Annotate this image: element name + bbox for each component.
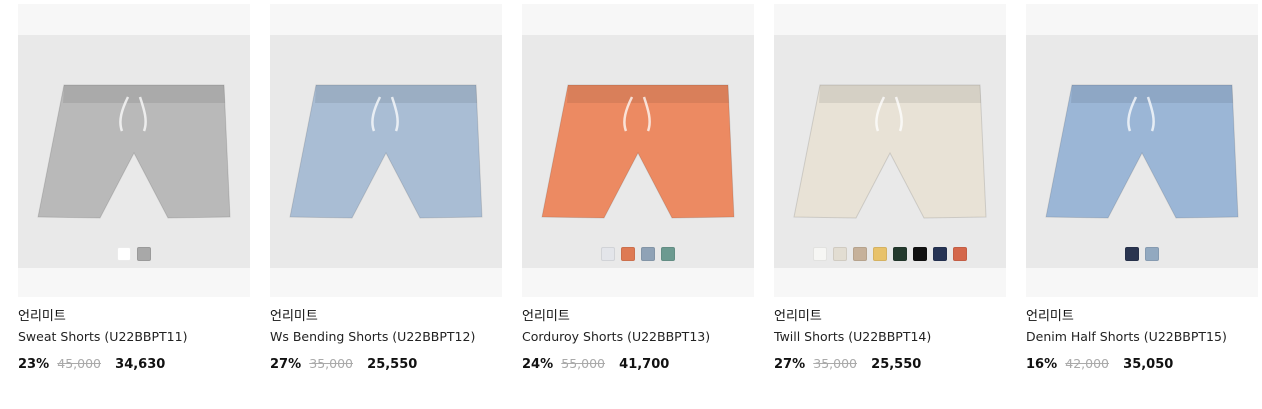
original-price: 45,000: [57, 356, 102, 371]
shorts-waistband: [567, 85, 729, 103]
color-swatch[interactable]: [641, 247, 655, 261]
color-swatch[interactable]: [813, 247, 827, 261]
color-swatches: [522, 247, 754, 261]
product-photo[interactable]: [522, 35, 754, 268]
color-swatch[interactable]: [601, 247, 615, 261]
product-image-frame[interactable]: [774, 4, 1006, 297]
color-swatch[interactable]: [621, 247, 635, 261]
price-row: 27% 35,000 25,550: [270, 355, 502, 374]
shorts-body: [793, 84, 987, 219]
original-price: 55,000: [561, 356, 606, 371]
product-card[interactable]: 언리미트 Sweat Shorts (U22BBPT11) 23% 45,000…: [18, 4, 250, 374]
brand-name[interactable]: 언리미트: [774, 308, 1006, 325]
color-swatch[interactable]: [893, 247, 907, 261]
product-name[interactable]: Denim Half Shorts (U22BBPT15): [1026, 328, 1258, 345]
product-name[interactable]: Sweat Shorts (U22BBPT11): [18, 328, 250, 345]
shorts-waistband: [1071, 85, 1233, 103]
price-row: 24% 55,000 41,700: [522, 355, 754, 374]
original-price: 35,000: [813, 356, 858, 371]
shorts-body: [1045, 84, 1239, 219]
original-price: 35,000: [309, 356, 354, 371]
product-grid: 언리미트 Sweat Shorts (U22BBPT11) 23% 45,000…: [0, 0, 1262, 409]
sale-price: 41,700: [619, 357, 670, 372]
color-swatch[interactable]: [1125, 247, 1139, 261]
shorts-image: [289, 84, 483, 219]
product-image-frame[interactable]: [270, 4, 502, 297]
color-swatches: [18, 247, 250, 261]
color-swatch[interactable]: [137, 247, 151, 261]
sale-price: 34,630: [115, 357, 166, 372]
product-photo[interactable]: [18, 35, 250, 268]
product-name[interactable]: Corduroy Shorts (U22BBPT13): [522, 328, 754, 345]
shorts-body: [541, 84, 735, 219]
shorts-body: [37, 84, 231, 219]
color-swatches: [1026, 247, 1258, 261]
product-name[interactable]: Ws Bending Shorts (U22BBPT12): [270, 328, 502, 345]
color-swatch[interactable]: [661, 247, 675, 261]
brand-name[interactable]: 언리미트: [522, 308, 754, 325]
color-swatch[interactable]: [873, 247, 887, 261]
color-swatch[interactable]: [1145, 247, 1159, 261]
price-row: 27% 35,000 25,550: [774, 355, 1006, 374]
color-swatch[interactable]: [933, 247, 947, 261]
product-card[interactable]: 언리미트 Denim Half Shorts (U22BBPT15) 16% 4…: [1026, 4, 1258, 374]
discount-rate: 27%: [774, 357, 806, 372]
color-swatch[interactable]: [117, 247, 131, 261]
product-image-frame[interactable]: [1026, 4, 1258, 297]
original-price: 42,000: [1065, 356, 1110, 371]
color-swatch[interactable]: [953, 247, 967, 261]
price-row: 16% 42,000 35,050: [1026, 355, 1258, 374]
color-swatches: [774, 247, 1006, 261]
product-name[interactable]: Twill Shorts (U22BBPT14): [774, 328, 1006, 345]
color-swatch[interactable]: [913, 247, 927, 261]
brand-name[interactable]: 언리미트: [1026, 308, 1258, 325]
sale-price: 25,550: [871, 357, 922, 372]
brand-name[interactable]: 언리미트: [18, 308, 250, 325]
product-image-frame[interactable]: [522, 4, 754, 297]
shorts-image: [1045, 84, 1239, 219]
shorts-waistband: [63, 85, 225, 103]
sale-price: 25,550: [367, 357, 418, 372]
color-swatch[interactable]: [853, 247, 867, 261]
shorts-body: [289, 84, 483, 219]
product-photo[interactable]: [1026, 35, 1258, 268]
shorts-image: [541, 84, 735, 219]
discount-rate: 27%: [270, 357, 302, 372]
price-row: 23% 45,000 34,630: [18, 355, 250, 374]
shorts-image: [37, 84, 231, 219]
product-photo[interactable]: [270, 35, 502, 268]
product-card[interactable]: 언리미트 Corduroy Shorts (U22BBPT13) 24% 55,…: [522, 4, 754, 374]
sale-price: 35,050: [1123, 357, 1174, 372]
product-card[interactable]: 언리미트 Twill Shorts (U22BBPT14) 27% 35,000…: [774, 4, 1006, 374]
product-photo[interactable]: [774, 35, 1006, 268]
brand-name[interactable]: 언리미트: [270, 308, 502, 325]
discount-rate: 24%: [522, 357, 554, 372]
discount-rate: 23%: [18, 357, 50, 372]
shorts-image: [793, 84, 987, 219]
product-image-frame[interactable]: [18, 4, 250, 297]
shorts-waistband: [315, 85, 477, 103]
color-swatch[interactable]: [833, 247, 847, 261]
discount-rate: 16%: [1026, 357, 1058, 372]
shorts-waistband: [819, 85, 981, 103]
product-card[interactable]: 언리미트 Ws Bending Shorts (U22BBPT12) 27% 3…: [270, 4, 502, 374]
